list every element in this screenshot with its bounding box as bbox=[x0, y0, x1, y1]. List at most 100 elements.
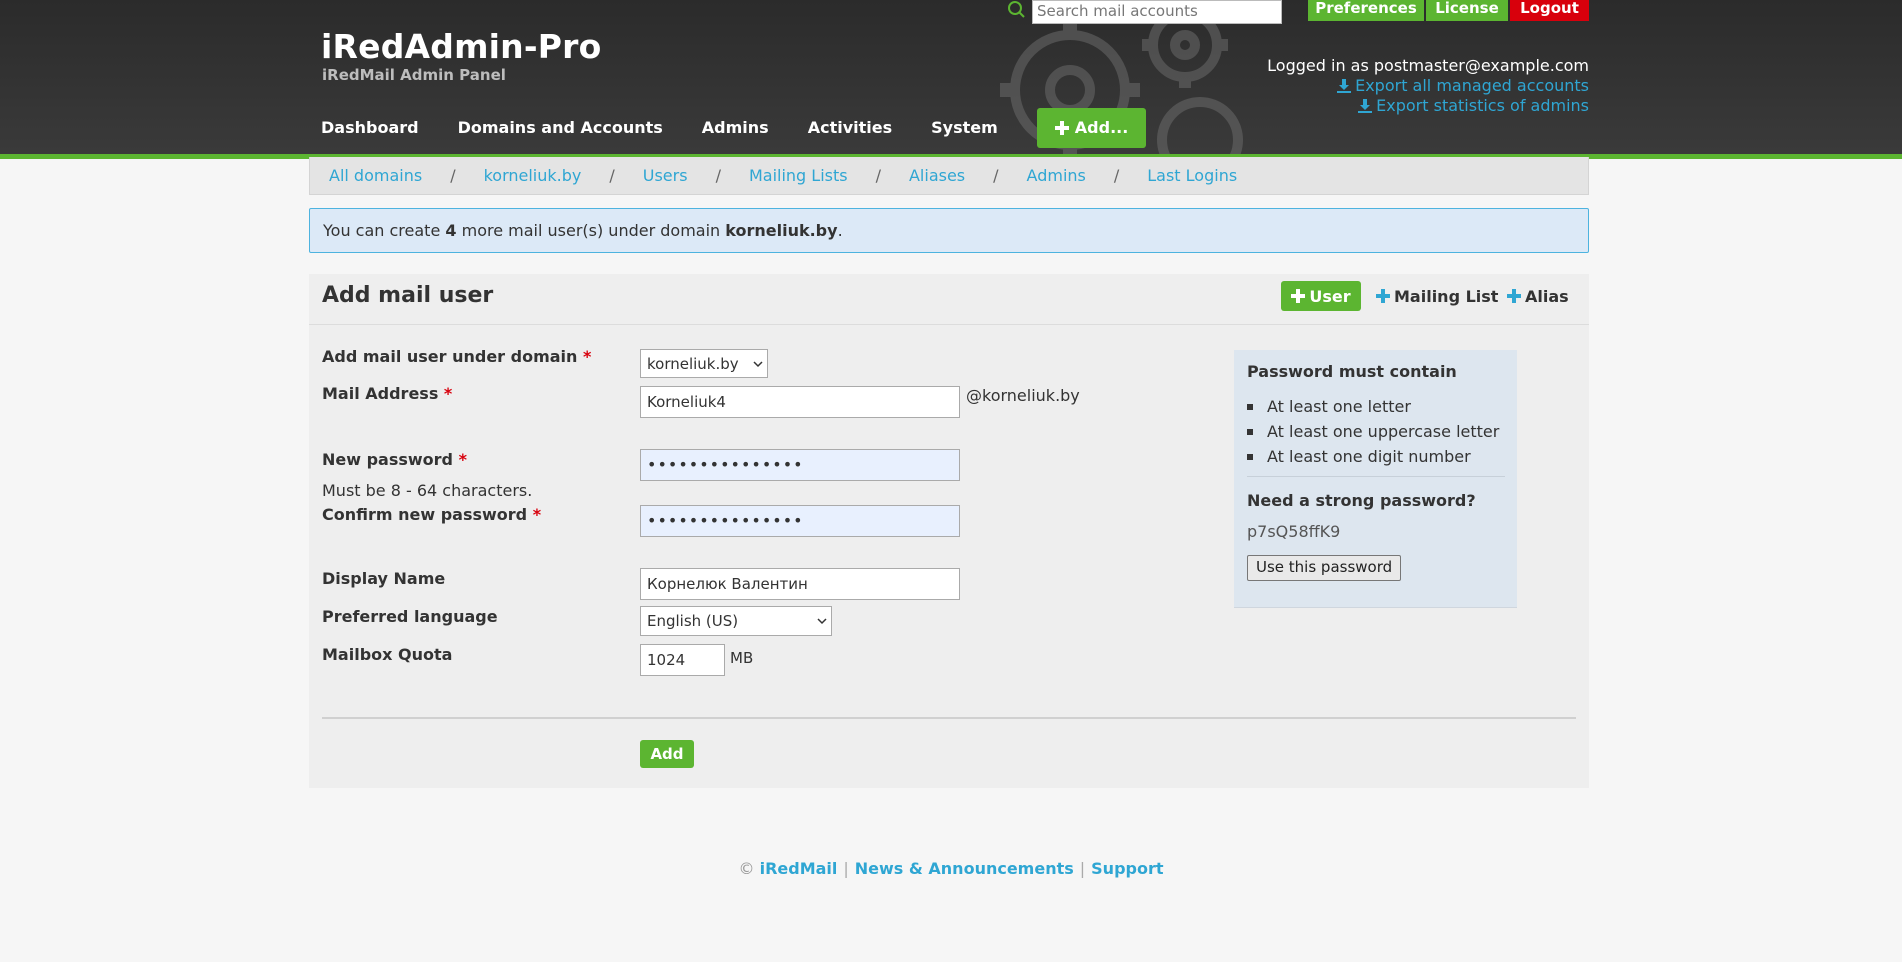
plus-icon bbox=[1507, 289, 1521, 303]
nav-system[interactable]: System bbox=[931, 118, 998, 138]
footer-separator: | bbox=[843, 859, 849, 878]
password-rule: At least one digit number bbox=[1247, 444, 1499, 469]
generated-password: p7sQ58ffK9 bbox=[1247, 522, 1341, 541]
password-rule-text: At least one digit number bbox=[1267, 447, 1471, 466]
chevron-down-icon bbox=[753, 360, 763, 367]
crumb-aliases[interactable]: Aliases bbox=[909, 166, 965, 185]
tab-user-label: User bbox=[1309, 286, 1351, 306]
tab-user[interactable]: User bbox=[1281, 281, 1361, 311]
required-mark: * bbox=[583, 347, 592, 366]
password-rule: At least one letter bbox=[1247, 394, 1499, 419]
nav-activities[interactable]: Activities bbox=[808, 118, 892, 138]
notice-domain: korneliuk.by bbox=[725, 221, 838, 240]
footer-link-news[interactable]: News & Announcements bbox=[855, 859, 1074, 878]
password-rule: At least one uppercase letter bbox=[1247, 419, 1499, 444]
nav-dashboard[interactable]: Dashboard bbox=[321, 118, 419, 138]
quota-notice: You can create 4 more mail user(s) under… bbox=[309, 208, 1589, 253]
app-title[interactable]: iRedAdmin-Pro bbox=[321, 27, 602, 66]
crumb-mailing-lists[interactable]: Mailing Lists bbox=[749, 166, 848, 185]
crumb-domain[interactable]: korneliuk.by bbox=[484, 166, 582, 185]
required-mark: * bbox=[532, 505, 542, 524]
mail-label-text: Mail Address bbox=[322, 384, 439, 403]
quota-unit: MB bbox=[730, 649, 754, 667]
confirm-password-input[interactable]: ••••••••••••••• bbox=[640, 505, 960, 537]
tab-alias[interactable]: Alias bbox=[1507, 281, 1569, 311]
download-icon bbox=[1337, 79, 1352, 93]
password-hint: Must be 8 - 64 characters. bbox=[322, 481, 533, 500]
add-submit-button[interactable]: Add bbox=[640, 740, 694, 768]
breadcrumb: All domains / korneliuk.by / Users / Mai… bbox=[309, 157, 1589, 195]
domain-select-value: korneliuk.by bbox=[647, 354, 739, 373]
preferences-button[interactable]: Preferences bbox=[1308, 0, 1424, 21]
crumb-separator: / bbox=[609, 166, 615, 185]
panel-title: Add mail user bbox=[322, 283, 494, 308]
mail-address-input[interactable]: Korneliuk4 bbox=[640, 386, 960, 418]
tab-mailing-list-label: Mailing List bbox=[1394, 286, 1499, 306]
logged-in-text: Logged in as postmaster@example.com bbox=[1267, 56, 1589, 75]
divider bbox=[1247, 476, 1505, 477]
crumb-separator: / bbox=[1113, 166, 1120, 185]
password-rules-list: At least one letter At least one upperca… bbox=[1247, 394, 1499, 469]
language-select[interactable]: English (US) bbox=[640, 606, 832, 636]
chevron-down-icon bbox=[817, 618, 827, 625]
notice-middle: more mail user(s) under domain bbox=[456, 221, 726, 240]
confirm-password-label: Confirm new password * bbox=[322, 505, 541, 524]
footer-link-iredmail[interactable]: iRedMail bbox=[760, 859, 838, 878]
nav-add-button[interactable]: Add... bbox=[1036, 108, 1147, 148]
mailbox-quota-label: Mailbox Quota bbox=[322, 645, 453, 664]
notice-count: 4 bbox=[445, 221, 457, 240]
login-info: Logged in as postmaster@example.com Expo… bbox=[1267, 56, 1589, 116]
copyright-symbol: © bbox=[738, 859, 755, 878]
crumb-users[interactable]: Users bbox=[643, 166, 688, 185]
language-select-value: English (US) bbox=[647, 612, 739, 630]
app-subtitle: iRedMail Admin Panel bbox=[322, 66, 506, 84]
domain-select[interactable]: korneliuk.by bbox=[640, 349, 768, 378]
password-rule-text: At least one uppercase letter bbox=[1267, 422, 1500, 441]
crumb-admins[interactable]: Admins bbox=[1027, 166, 1086, 185]
domain-label-text: Add mail user under domain bbox=[322, 347, 578, 366]
mail-domain-suffix: @korneliuk.by bbox=[966, 386, 1080, 405]
domain-label: Add mail user under domain * bbox=[322, 347, 591, 366]
notice-suffix: . bbox=[837, 221, 843, 240]
required-mark: * bbox=[443, 384, 453, 403]
crumb-separator: / bbox=[993, 166, 999, 185]
new-password-input[interactable]: ••••••••••••••• bbox=[640, 449, 960, 481]
download-icon bbox=[1358, 99, 1373, 113]
mail-address-label: Mail Address * bbox=[322, 384, 452, 403]
bullet-icon bbox=[1247, 453, 1253, 460]
export-accounts-label: Export all managed accounts bbox=[1355, 76, 1589, 95]
tab-mailing-list[interactable]: Mailing List bbox=[1376, 281, 1498, 311]
plus-icon bbox=[1376, 289, 1390, 303]
mailbox-quota-input[interactable]: 1024 bbox=[640, 644, 725, 676]
crumb-all-domains[interactable]: All domains bbox=[329, 166, 422, 185]
header: iRedAdmin-Pro iRedMail Admin Panel Searc… bbox=[0, 0, 1902, 159]
logout-button[interactable]: Logout bbox=[1510, 0, 1589, 21]
crumb-separator: / bbox=[875, 166, 881, 185]
search-input[interactable]: Search mail accounts bbox=[1032, 0, 1282, 24]
display-name-label: Display Name bbox=[322, 569, 446, 588]
nav-admins[interactable]: Admins bbox=[702, 118, 769, 138]
add-user-panel: Add mail user User Mailing List Alias Ad… bbox=[309, 274, 1589, 788]
password-requirements-box: Password must contain At least one lette… bbox=[1234, 350, 1517, 608]
main-nav: Dashboard Domains and Accounts Admins Ac… bbox=[321, 108, 1147, 148]
search-icon bbox=[1008, 1, 1025, 18]
export-stats-link[interactable]: Export statistics of admins bbox=[1267, 96, 1589, 116]
footer-separator: | bbox=[1079, 859, 1086, 878]
nav-domains-accounts[interactable]: Domains and Accounts bbox=[458, 118, 663, 138]
license-button[interactable]: License bbox=[1426, 0, 1508, 21]
crumb-last-logins[interactable]: Last Logins bbox=[1147, 166, 1237, 185]
tab-alias-label: Alias bbox=[1525, 286, 1569, 306]
footer: © iRedMail | News & Announcements | Support bbox=[0, 859, 1902, 878]
display-name-input[interactable]: Корнелюк Валентин bbox=[640, 568, 960, 600]
new-password-label: New password * bbox=[322, 450, 467, 469]
plus-icon bbox=[1054, 121, 1069, 135]
use-this-password-button[interactable]: Use this password bbox=[1247, 555, 1402, 581]
plus-icon bbox=[1291, 289, 1306, 303]
panel-header: Add mail user User Mailing List Alias bbox=[309, 274, 1589, 325]
password-rule-text: At least one letter bbox=[1267, 397, 1411, 416]
export-accounts-link[interactable]: Export all managed accounts bbox=[1267, 76, 1589, 96]
footer-link-support[interactable]: Support bbox=[1091, 859, 1163, 878]
nav-add-label: Add... bbox=[1074, 118, 1129, 137]
crumb-separator: / bbox=[715, 166, 721, 185]
required-mark: * bbox=[458, 450, 467, 469]
